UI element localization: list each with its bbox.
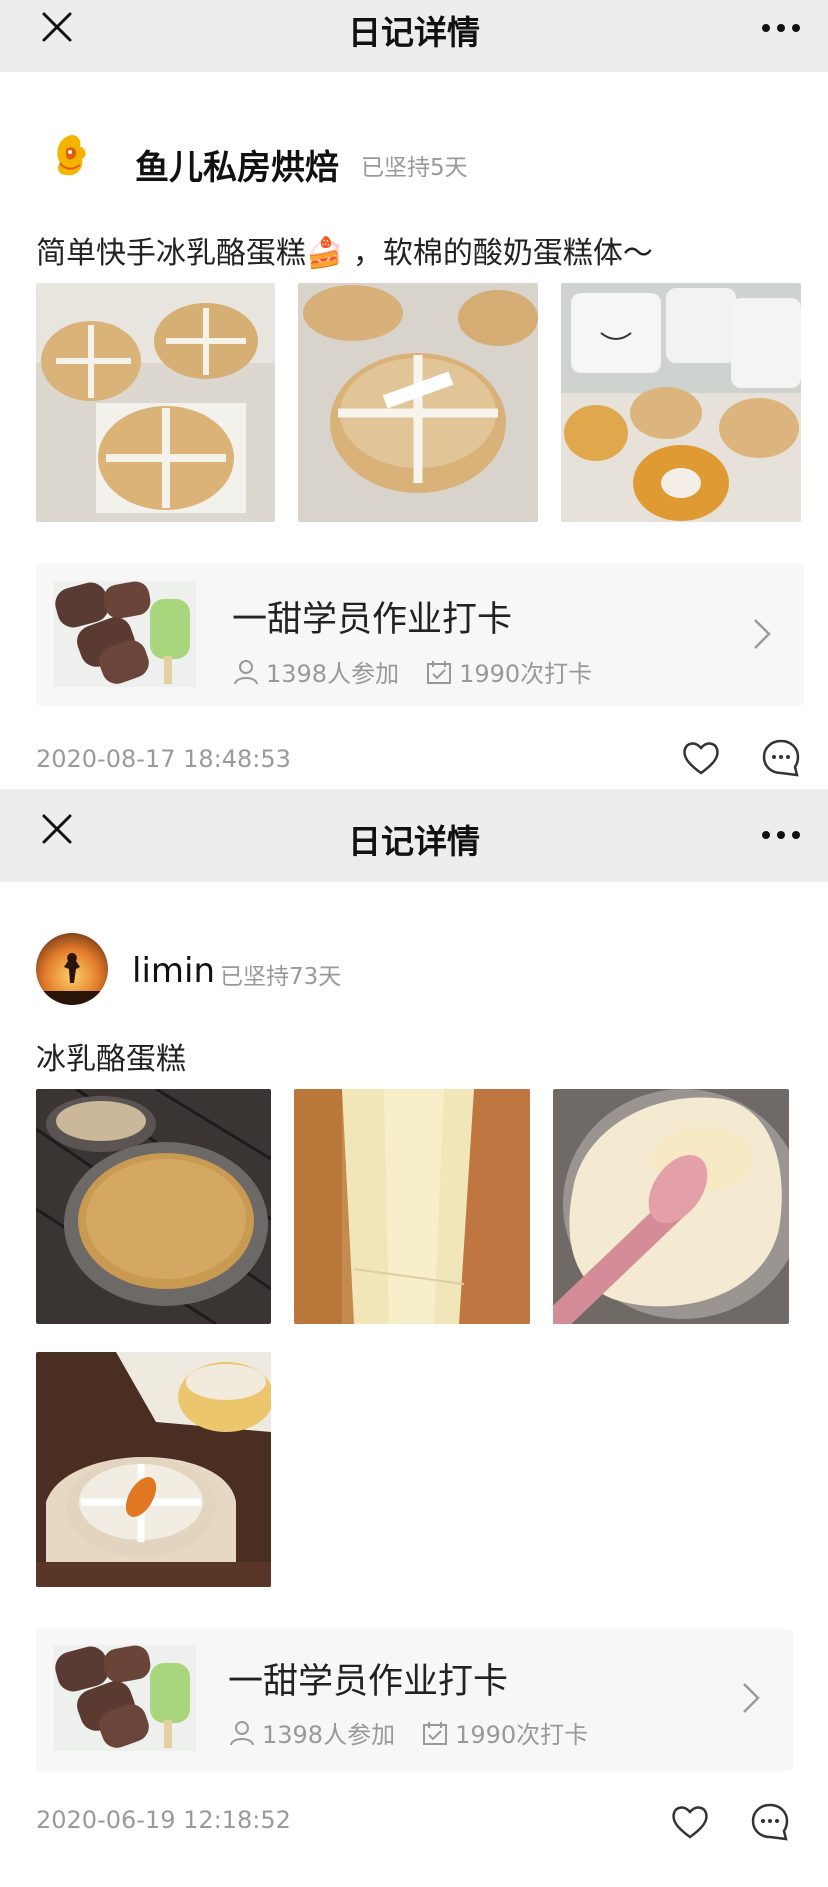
checkins-count: 1990次打卡 [459,660,593,688]
comment-icon[interactable] [761,738,801,778]
chevron-right-icon [754,619,771,649]
course-title: 一甜学员作业打卡 [232,600,513,640]
calendar-check-icon [423,1721,448,1745]
heart-icon[interactable] [670,1802,710,1842]
course-meta: 1398人参加 1990次打卡 [232,654,592,689]
course-card[interactable]: 一甜学员作业打卡 1398人参加 1990次打卡 [36,1629,793,1771]
cake-packaging-photo[interactable] [561,283,801,522]
participants-count: 1398人参加 [262,1721,396,1749]
navbar: 日记详情 [0,0,828,72]
user-name[interactable]: 鱼儿私房烘焙 [135,140,339,189]
person-icon [234,659,258,684]
cake-pans-photo[interactable] [36,1089,271,1324]
avatar[interactable] [36,127,108,199]
post-text: 冰乳酪蛋糕 [36,1042,186,1077]
page-title: 日记详情 [348,13,480,52]
diary-detail-screen-1: 日记详情 鱼儿私房烘焙 已坚持5天 简单快手冰乳酪蛋糕🍰 ，软棉的酸奶蛋糕体～ [0,0,828,789]
comment-icon[interactable] [750,1802,790,1842]
cake-boxes-photo[interactable] [36,283,275,522]
post-timestamp: 2020-06-19 12:18:52 [36,1806,291,1834]
calendar-check-icon [427,660,452,684]
persist-days: 已坚持73天 [220,964,342,990]
course-meta: 1398人参加 1990次打卡 [228,1715,588,1750]
person-icon [230,1720,254,1745]
chevron-right-icon [743,1683,760,1713]
navbar: 日记详情 [0,789,828,882]
post-text: 简单快手冰乳酪蛋糕🍰 ，软棉的酸奶蛋糕体～ [36,236,653,271]
cake-closeup-photo[interactable] [298,283,538,522]
course-thumbnail [54,581,196,687]
cream-mixing-photo[interactable] [553,1089,789,1324]
course-thumbnail [54,1645,196,1751]
course-card[interactable]: 一甜学员作业打卡 1398人参加 1990次打卡 [36,563,804,706]
more-icon[interactable] [760,22,802,34]
participants-count: 1398人参加 [266,660,400,688]
checkins-count: 1990次打卡 [455,1721,589,1749]
avatar[interactable] [36,933,108,1005]
cake-wrapped-photo[interactable] [36,1352,271,1587]
course-title: 一甜学员作业打卡 [228,1662,509,1702]
cake-slice-photo[interactable] [294,1089,530,1324]
page-title: 日记详情 [348,822,480,861]
heart-icon[interactable] [681,738,721,778]
user-name[interactable]: limin [132,951,215,991]
post-timestamp: 2020-08-17 18:48:53 [36,745,291,773]
diary-detail-screen-2: 日记详情 limin 已坚持73天 冰乳酪蛋糕 一甜学员作业打卡 1398人参加… [0,789,828,1887]
persist-days: 已坚持5天 [361,155,468,181]
more-icon[interactable] [760,829,802,841]
